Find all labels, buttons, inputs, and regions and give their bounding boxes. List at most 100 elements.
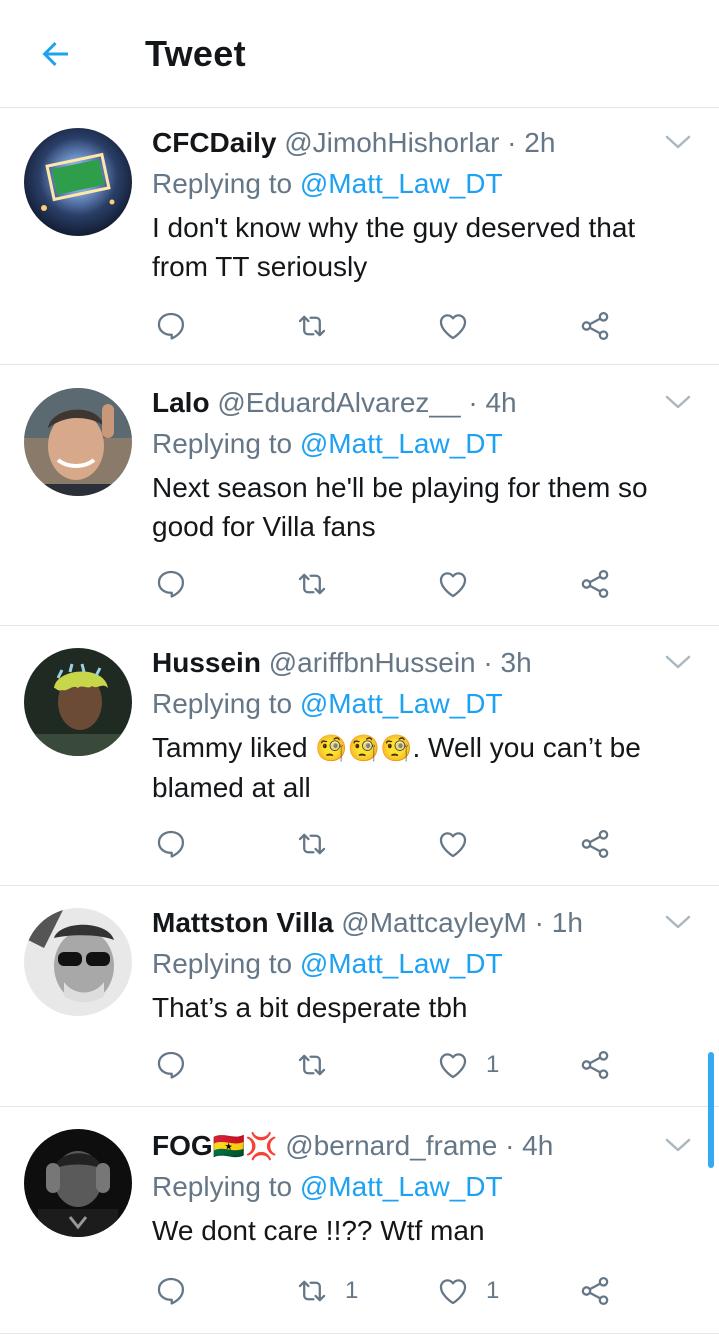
mention-link[interactable]: @Matt_Law_DT: [300, 168, 503, 199]
separator-dot: ·: [468, 387, 478, 418]
arrow-left-icon: [42, 42, 68, 66]
tweet-time: 4h: [485, 387, 517, 418]
retweet-button[interactable]: [295, 564, 345, 604]
reply-button[interactable]: [154, 824, 188, 864]
tweet-text: I don't know why the guy deserved that f…: [152, 212, 636, 282]
separator-dot: ·: [483, 647, 493, 678]
tweet-item[interactable]: CFCDaily @JimohHishorlar · 2h Replying t…: [0, 108, 719, 365]
like-button[interactable]: 1: [436, 1271, 499, 1311]
reply-icon: [157, 830, 185, 858]
reply-icon: [157, 1051, 185, 1079]
chevron-down-icon[interactable]: [663, 650, 693, 674]
retweet-icon: [298, 573, 326, 595]
mention-link[interactable]: @Matt_Law_DT: [300, 948, 503, 979]
like-button[interactable]: 1: [436, 1045, 499, 1085]
replying-label: Replying to: [152, 948, 293, 979]
share-button[interactable]: [578, 306, 612, 346]
like-count: 1: [486, 1051, 500, 1078]
author-handle[interactable]: @MattcayleyM: [341, 907, 527, 938]
replying-label: Replying to: [152, 1171, 293, 1202]
reply-icon: [157, 570, 185, 598]
heart-icon: [439, 572, 467, 598]
tweet-item[interactable]: FOG🇬🇭💢 @bernard_frame · 4h Replying to @…: [0, 1107, 719, 1334]
tweet-time: 2h: [524, 127, 556, 158]
tweet-item[interactable]: Lalo @EduardAlvarez__ · 4h Replying to @…: [0, 365, 719, 626]
reply-icon: [157, 1277, 185, 1305]
avatar[interactable]: [24, 1129, 132, 1237]
replying-to: Replying to @Matt_Law_DT: [152, 684, 689, 724]
back-button[interactable]: [36, 34, 76, 74]
monocle-face-emoji: 🧐🧐🧐: [315, 733, 413, 763]
reply-icon: [157, 312, 185, 340]
author-handle[interactable]: @JimohHishorlar: [284, 127, 499, 158]
share-icon: [581, 569, 609, 599]
retweet-button[interactable]: [295, 1045, 345, 1085]
share-icon: [581, 1276, 609, 1306]
retweet-button[interactable]: 1: [295, 1271, 358, 1311]
retweet-icon: [298, 833, 326, 855]
reply-button[interactable]: [154, 1271, 188, 1311]
share-icon: [581, 829, 609, 859]
avatar[interactable]: [24, 388, 132, 496]
retweet-icon: [298, 315, 326, 337]
tweet-text: We dont care !!?? Wtf man: [152, 1215, 485, 1246]
reply-button[interactable]: [154, 564, 188, 604]
like-button[interactable]: [436, 564, 486, 604]
author-handle[interactable]: @EduardAlvarez__: [217, 387, 460, 418]
author-name[interactable]: FOG: [152, 1130, 213, 1161]
avatar[interactable]: [24, 128, 132, 236]
share-button[interactable]: [578, 564, 612, 604]
share-button[interactable]: [578, 1045, 612, 1085]
retweet-button[interactable]: [295, 306, 345, 346]
mention-link[interactable]: @Matt_Law_DT: [300, 428, 503, 459]
share-icon: [581, 311, 609, 341]
tweet-text-part: Tammy liked: [152, 732, 316, 763]
separator-dot: ·: [507, 127, 517, 158]
share-icon: [581, 1050, 609, 1080]
share-button[interactable]: [578, 824, 612, 864]
tweet-text: Tammy liked 🧐🧐🧐. Well you can’t be blame…: [152, 728, 689, 807]
author-name[interactable]: CFCDaily: [152, 127, 276, 158]
like-count: 1: [486, 1277, 500, 1304]
chevron-down-icon[interactable]: [663, 1133, 693, 1157]
share-button[interactable]: [578, 1271, 612, 1311]
replying-label: Replying to: [152, 428, 293, 459]
mention-link[interactable]: @Matt_Law_DT: [300, 688, 503, 719]
reply-button[interactable]: [154, 1045, 188, 1085]
flag-emoji: 🇬🇭💢: [212, 1131, 278, 1161]
replying-to: Replying to @Matt_Law_DT: [152, 424, 689, 464]
author-name[interactable]: Lalo: [152, 387, 210, 418]
tweet-time: 4h: [522, 1130, 554, 1161]
like-button[interactable]: [436, 824, 486, 864]
author-handle[interactable]: @ariffbnHussein: [269, 647, 476, 678]
scrollbar[interactable]: [708, 1052, 714, 1168]
retweet-count: 1: [345, 1277, 359, 1304]
chevron-down-icon[interactable]: [663, 130, 693, 154]
mention-link[interactable]: @Matt_Law_DT: [300, 1171, 503, 1202]
page-title: Tweet: [145, 33, 246, 74]
app-header: Tweet: [0, 0, 719, 108]
separator-dot: ·: [505, 1130, 515, 1161]
heart-icon: [439, 1279, 467, 1305]
avatar[interactable]: [24, 908, 132, 1016]
reply-button[interactable]: [154, 306, 188, 346]
heart-icon: [439, 832, 467, 858]
tweet-text: That’s a bit desperate tbh: [152, 992, 468, 1023]
heart-icon: [439, 314, 467, 340]
author-name[interactable]: Hussein: [152, 647, 261, 678]
chevron-down-icon[interactable]: [663, 390, 693, 414]
tweet-item[interactable]: Hussein @ariffbnHussein · 3h Replying to…: [0, 626, 719, 886]
avatar[interactable]: [24, 648, 132, 756]
replying-label: Replying to: [152, 168, 293, 199]
tweet-item[interactable]: Mattston Villa @MattcayleyM · 1h Replyin…: [0, 886, 719, 1107]
author-handle[interactable]: @bernard_frame: [285, 1130, 497, 1161]
heart-icon: [439, 1053, 467, 1079]
tweet-time: 1h: [551, 907, 583, 938]
retweet-button[interactable]: [295, 824, 345, 864]
separator-dot: ·: [534, 907, 544, 938]
tweet-text: Next season he'll be playing for them so…: [152, 472, 648, 542]
replying-to: Replying to @Matt_Law_DT: [152, 944, 689, 984]
like-button[interactable]: [436, 306, 486, 346]
author-name[interactable]: Mattston Villa: [152, 907, 334, 938]
chevron-down-icon[interactable]: [663, 910, 693, 934]
